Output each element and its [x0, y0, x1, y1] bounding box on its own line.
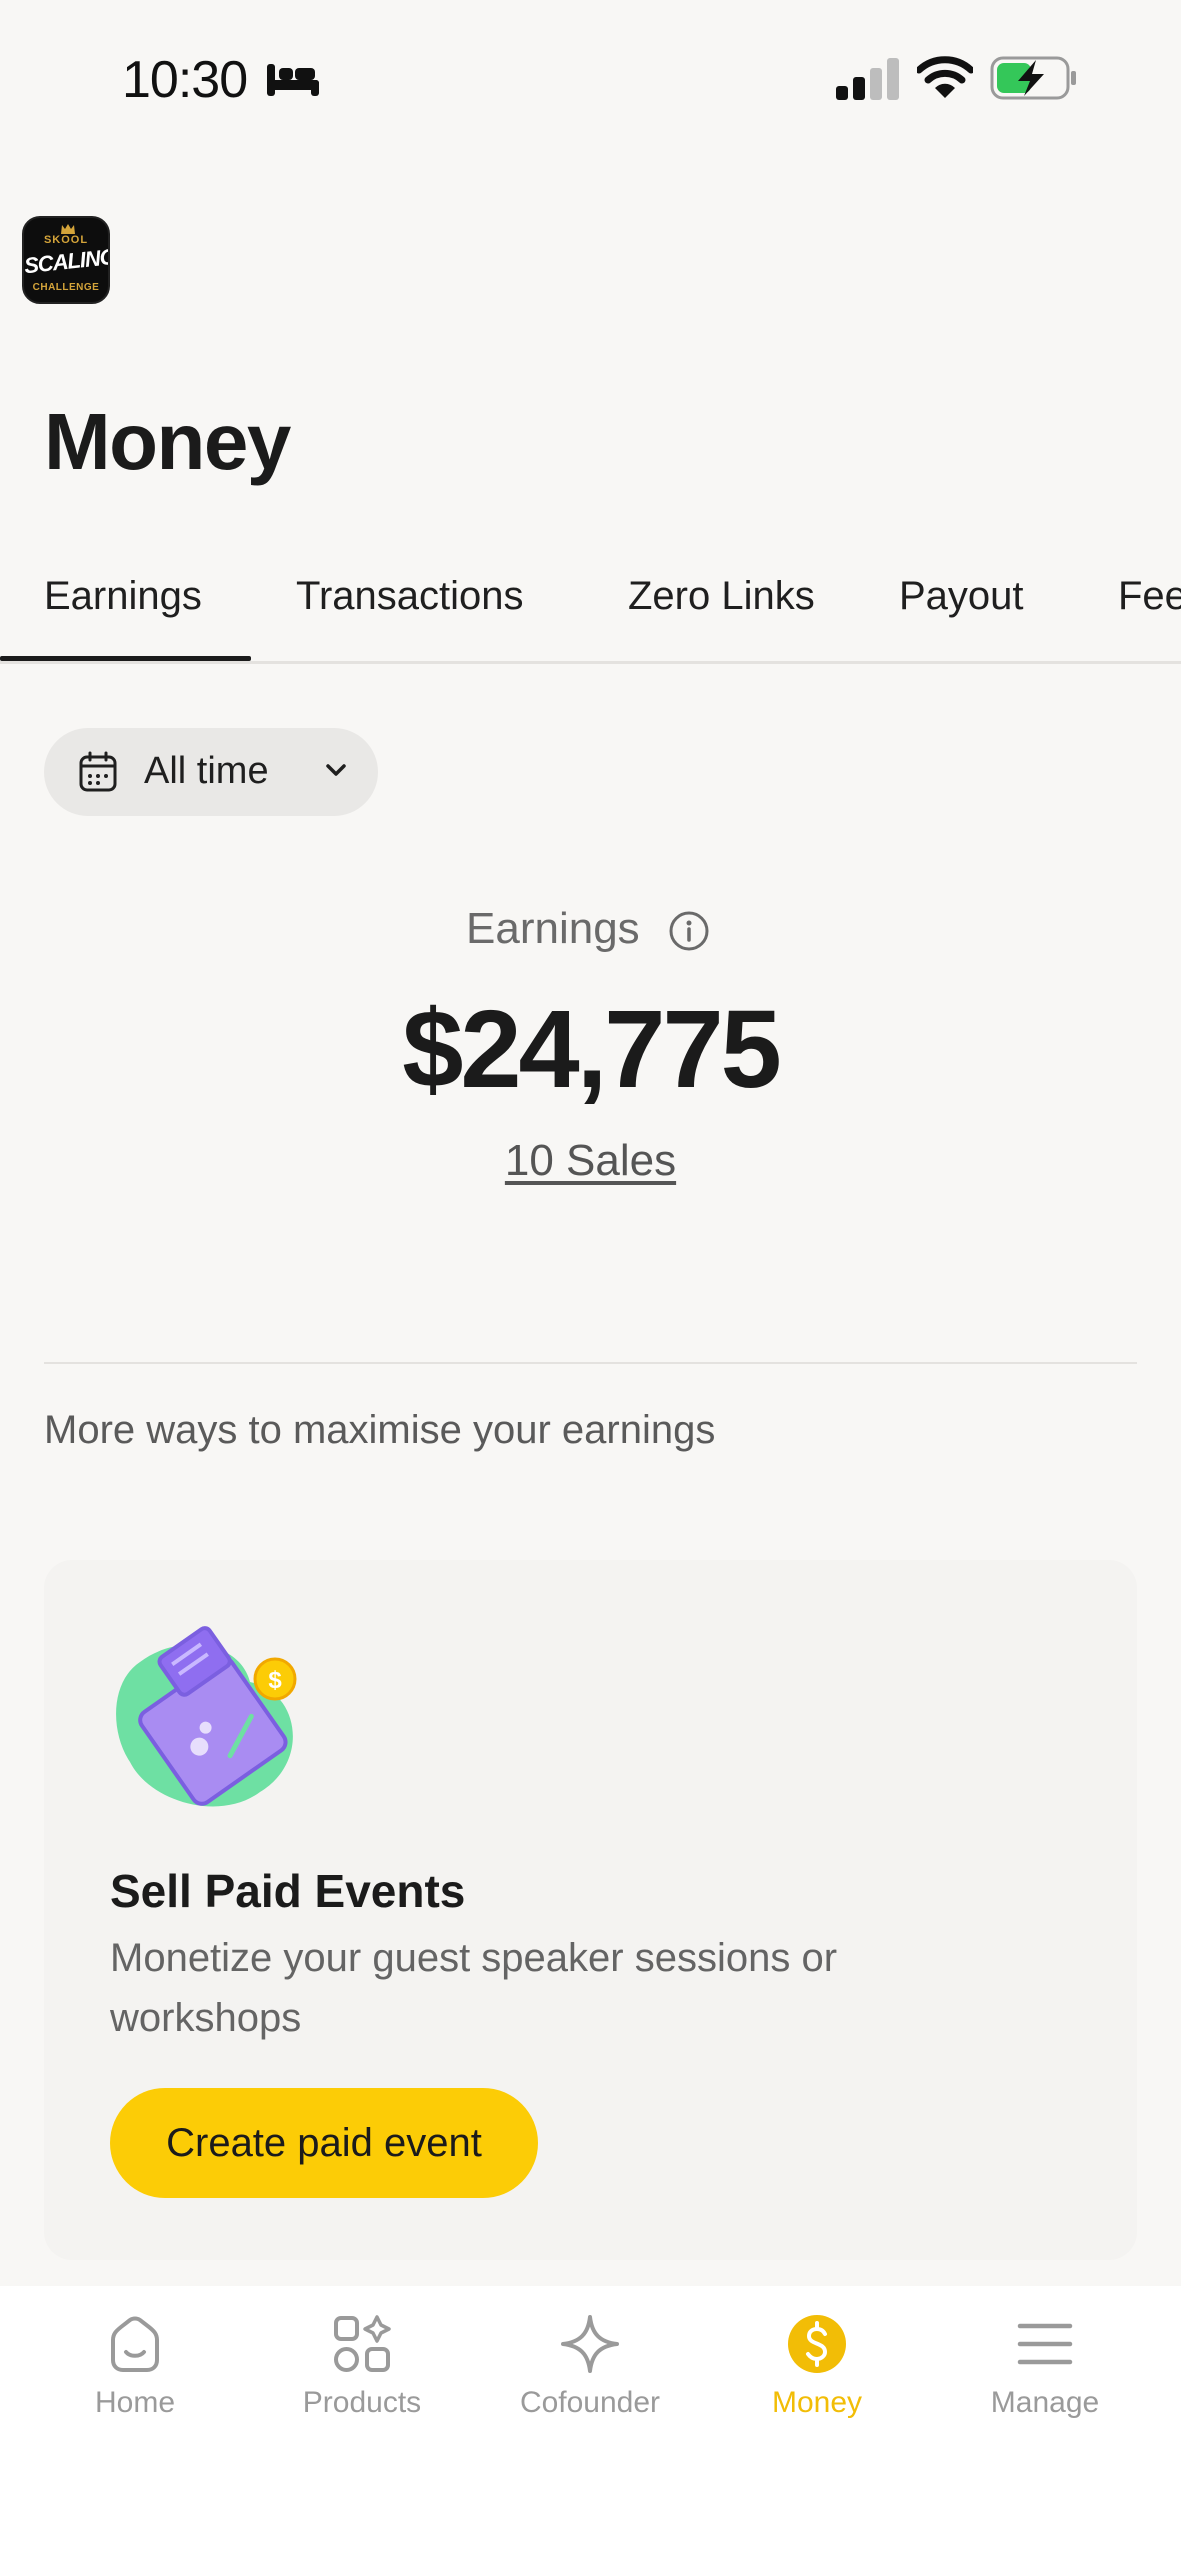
nav-home[interactable]: Home: [17, 2286, 253, 2466]
products-icon: [334, 2315, 391, 2372]
sparkle-icon: [561, 2315, 619, 2373]
sales-count-link[interactable]: 10 Sales: [0, 1136, 1181, 1186]
active-tab-indicator: [0, 656, 251, 661]
bottom-nav: Home Products Cofounder Money Manage: [0, 2286, 1181, 2560]
tab-transactions[interactable]: Transactions: [296, 574, 524, 619]
info-icon[interactable]: [668, 910, 710, 952]
logo-text-bottom: CHALLENGE: [32, 282, 100, 293]
card-title: Sell Paid Events: [110, 1865, 466, 1917]
logo-text-top: SKOOL: [43, 234, 89, 246]
nav-home-label: Home: [94, 2386, 176, 2419]
cellular-signal-icon: [836, 58, 899, 100]
page-title: Money: [44, 397, 291, 486]
nav-money-label: Money: [771, 2386, 863, 2419]
home-icon: [111, 2316, 159, 2372]
status-time: 10:30: [122, 51, 248, 109]
dollar-icon: [788, 2315, 846, 2373]
tab-payout[interactable]: Payout: [899, 574, 1024, 619]
nav-manage-label: Manage: [990, 2386, 1100, 2419]
logo-text-main: SCALING: [22, 243, 110, 279]
date-filter-dropdown[interactable]: All time: [44, 728, 378, 816]
create-paid-event-button[interactable]: Create paid event: [110, 2088, 538, 2198]
svg-text:$: $: [268, 1667, 282, 1694]
tab-fee[interactable]: Fee: [1118, 574, 1181, 619]
battery-charging-icon: [990, 56, 1076, 100]
card-description: Monetize your guest speaker sessions or …: [110, 1936, 838, 2040]
tab-bar: Earnings Transactions Zero Links Payout …: [0, 562, 1181, 664]
earnings-amount: $24,775: [402, 988, 782, 1111]
menu-icon: [1017, 2323, 1073, 2365]
wifi-icon: [917, 56, 973, 98]
section-divider: [44, 1362, 1137, 1364]
nav-products[interactable]: Products: [244, 2286, 480, 2466]
crown-icon: [61, 224, 75, 234]
nav-cofounder-label: Cofounder: [519, 2386, 661, 2419]
tab-earnings[interactable]: Earnings: [44, 574, 202, 619]
bed-icon: [267, 64, 319, 96]
tab-zero-links[interactable]: Zero Links: [628, 574, 815, 619]
app-logo[interactable]: SKOOL SCALING CHALLENGE: [22, 216, 110, 304]
earnings-label: Earnings: [466, 904, 640, 953]
ticket-illustration: $: [116, 1626, 297, 1807]
nav-products-label: Products: [302, 2386, 422, 2419]
nav-manage[interactable]: Manage: [927, 2286, 1163, 2466]
date-filter-label: All time: [144, 750, 269, 792]
chevron-down-icon: [326, 764, 346, 776]
nav-cofounder[interactable]: Cofounder: [472, 2286, 708, 2466]
more-ways-heading: More ways to maximise your earnings: [44, 1408, 716, 1452]
calendar-icon: [79, 751, 117, 792]
nav-money[interactable]: Money: [699, 2286, 935, 2466]
